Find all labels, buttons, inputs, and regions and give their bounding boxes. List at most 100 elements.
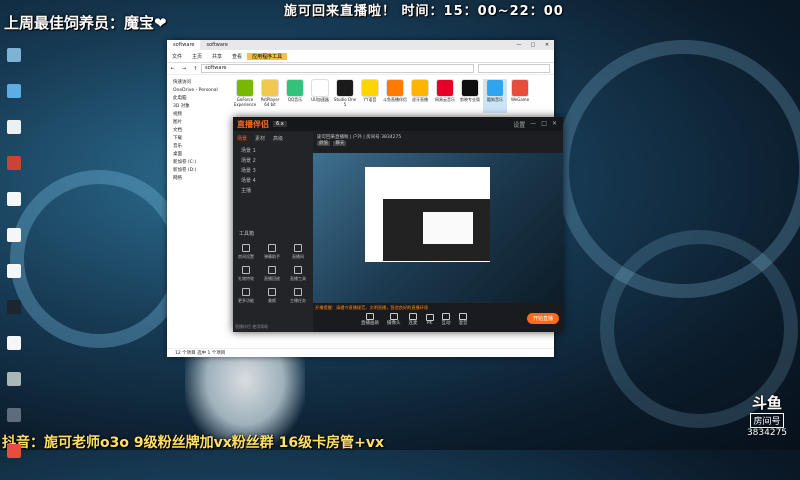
scene-item[interactable]: 场景 2 [233,156,313,166]
scene-item[interactable]: 场景 1 [233,146,313,156]
control-button[interactable]: 直播画质 [361,313,379,326]
file-item[interactable]: GeForce Experience [233,79,257,113]
streaming-app-window[interactable]: 直播伴侣 6.x 设置 — □ ✕ 场景 素材 高级 场景 1 场景 2 场景 … [233,117,563,332]
file-label: 剪映专业版 [460,97,480,102]
minimize-icon[interactable]: — [530,120,536,129]
desktop-icon[interactable] [0,120,28,156]
nav-item[interactable]: OneDrive - Personal [167,87,229,95]
settings-icon[interactable]: 设置 [513,120,525,129]
tab-scenes[interactable]: 场景 [237,135,247,142]
desktop-icon[interactable] [0,264,28,300]
scene-item[interactable]: 场景 3 [233,166,313,176]
file-item[interactable]: 剪映专业版 [458,79,482,113]
desktop-icon[interactable] [0,192,28,228]
maximize-icon[interactable]: □ [526,42,540,48]
control-button[interactable]: 摄像头 [387,313,401,326]
file-item[interactable]: 酷狗音乐 [483,79,507,113]
nav-item[interactable]: 3D 对象 [167,103,229,111]
control-button[interactable]: 混音 [459,313,468,326]
maximize-icon[interactable]: □ [541,120,547,129]
file-label: GeForce Experience [233,97,257,107]
tool-item[interactable]: 礼物特效 [233,263,259,285]
app-icon [311,79,329,97]
room-tag[interactable]: 颜值 [317,141,330,146]
desktop-icon[interactable] [0,336,28,372]
forward-icon[interactable]: → [182,66,186,72]
nav-item[interactable]: 桌面 [167,151,229,159]
tool-item[interactable]: 直播间 [285,241,311,263]
control-button[interactable]: PK [425,313,434,326]
tool-item[interactable]: 直播工具 [285,263,311,285]
back-icon[interactable]: ← [171,66,175,72]
ribbon-tab-app-tools[interactable]: 应用程序工具 [247,52,288,60]
file-item[interactable]: 虎牙直播 [408,79,432,113]
scene-item[interactable]: 场景 4 [233,176,313,186]
nav-item[interactable]: 视频 [167,111,229,119]
ribbon-tab-view[interactable]: 查看 [227,53,247,60]
file-item[interactable]: WeGame [508,79,532,113]
navigation-pane: 快速访问 OneDrive - Personal 此电脑 3D 对象 视频 图片… [167,75,229,335]
up-icon[interactable]: ↑ [193,66,197,72]
ribbon-tab-share[interactable]: 共享 [207,53,227,60]
app-icon [486,79,504,97]
control-button[interactable]: 互动 [442,313,451,326]
desktop-icon[interactable] [0,156,28,192]
tool-item[interactable]: 直播回放 [259,263,285,285]
nav-item[interactable]: 新加卷 (C:) [167,159,229,167]
desktop-icon[interactable] [0,408,28,444]
file-item[interactable]: 网易云音乐 [433,79,457,113]
scene-item[interactable]: 主播 [233,186,313,196]
search-input[interactable] [478,64,550,73]
desktop-icon[interactable] [0,372,28,408]
minimize-icon[interactable]: — [512,42,526,48]
stream-schedule-banner: 旎可回来直播啦！ 时间：15：00~22：00 [284,4,564,19]
address-bar[interactable]: software [201,64,474,73]
file-item[interactable]: UU加速器 [308,79,332,113]
recursive-preview [365,167,490,262]
file-label: Studio One 5 [333,97,357,107]
tool-icon [268,244,276,252]
tool-item[interactable]: 房间设置 [233,241,259,263]
nav-item[interactable]: 网络 [167,175,229,183]
file-item[interactable]: Studio One 5 [333,79,357,113]
control-label: 混音 [458,321,468,326]
control-icon [389,313,398,320]
desktop-icon[interactable] [0,444,28,480]
explorer-tab[interactable]: software [167,40,201,50]
desktop-icon[interactable] [0,48,28,84]
ribbon-tab-file[interactable]: 文件 [167,53,187,60]
explorer-tab[interactable]: software [200,40,233,50]
go-live-button[interactable]: 开始直播 [526,313,559,324]
help-footer[interactable]: 直播伴侣 使用帮助 [233,322,317,332]
tool-item[interactable]: 弹幕助手 [259,241,285,263]
close-icon[interactable]: ✕ [552,120,557,129]
desktop-icon[interactable] [0,228,28,264]
close-icon[interactable]: ✕ [540,42,554,48]
file-item[interactable]: YY语音 [358,79,382,113]
control-button[interactable]: 连麦 [409,313,418,326]
desktop-icon[interactable] [0,300,28,336]
file-item[interactable]: PotPlayer 64 bit [258,79,282,113]
room-tag[interactable]: 聊天 [333,141,347,146]
tool-item[interactable]: 美颜 [259,285,285,307]
tool-item[interactable]: 更多功能 [233,285,259,307]
ribbon-tab-home[interactable]: 主页 [187,53,207,60]
document-icon [7,228,21,242]
nav-item[interactable]: 图片 [167,119,229,127]
nav-item[interactable]: 音乐 [167,143,229,151]
tab-advanced[interactable]: 高级 [273,135,283,142]
nav-item[interactable]: 此电脑 [167,95,229,103]
tab-materials[interactable]: 素材 [255,135,265,142]
tool-item[interactable]: 主播任务 [285,285,311,307]
file-item[interactable]: QQ音乐 [283,79,307,113]
nav-item[interactable]: 文档 [167,127,229,135]
nav-item[interactable]: 快速访问 [167,79,229,87]
stream-preview[interactable] [313,153,563,303]
control-icon [409,313,417,320]
nav-item[interactable]: 下载 [167,135,229,143]
tool-label: 主播任务 [290,298,306,303]
file-item[interactable]: 斗鱼直播伴侣 [383,79,407,113]
nav-item[interactable]: 新加卷 (D:) [167,167,229,175]
scene-panel: 场景 素材 高级 场景 1 场景 2 场景 3 场景 4 主播 工具箱 房间设置… [233,131,313,332]
desktop-icon[interactable] [0,84,28,120]
